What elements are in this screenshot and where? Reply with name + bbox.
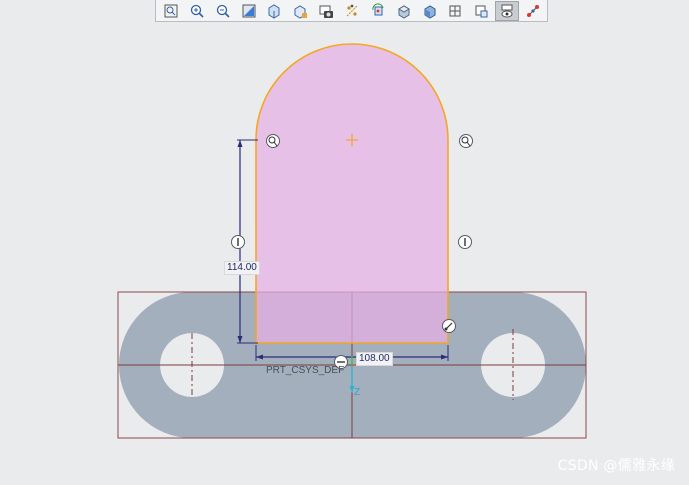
- tangent-constraint-icon[interactable]: [459, 134, 473, 148]
- tangent-constraint-icon[interactable]: [266, 134, 280, 148]
- csys-label: PRT_CSYS_DEF: [266, 365, 345, 376]
- z-axis-label: Z: [354, 387, 361, 398]
- watermark: CSDN @儒雅永缘: [557, 458, 675, 474]
- vertical-constraint-icon[interactable]: [231, 235, 245, 249]
- height-dimension-value[interactable]: 114.00: [224, 261, 260, 275]
- width-dimension-value[interactable]: 108.00: [356, 352, 393, 366]
- model-view: [117, 43, 587, 439]
- graphics-canvas[interactable]: 114.00 108.00 PRT_CSYS_DEF Z: [0, 0, 689, 485]
- point-on-entity-icon[interactable]: [442, 319, 456, 333]
- vertical-constraint-icon[interactable]: [458, 235, 472, 249]
- sketch-profile[interactable]: [255, 43, 449, 344]
